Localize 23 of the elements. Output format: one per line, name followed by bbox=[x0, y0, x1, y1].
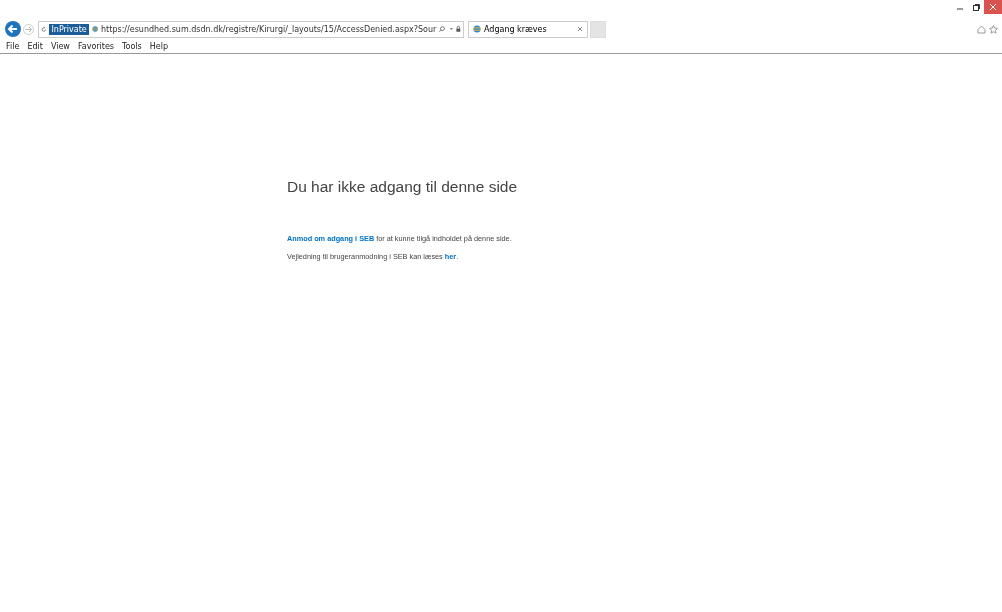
dropdown-icon[interactable] bbox=[448, 26, 454, 32]
globe-icon bbox=[91, 25, 99, 33]
forward-button[interactable] bbox=[23, 23, 34, 35]
menu-item[interactable]: File bbox=[6, 42, 20, 51]
search-icon[interactable] bbox=[439, 25, 446, 33]
menu-item[interactable]: View bbox=[50, 42, 70, 51]
menu-item[interactable]: Favorites bbox=[77, 42, 114, 51]
star-icon[interactable] bbox=[989, 24, 998, 34]
address-bar[interactable]: InPrivate https://esundhed.sum.dsdn.dk/registre/Kirurgi/_layouts/15/AccessDenied.aspx?Sour bbox=[38, 20, 464, 38]
menu-item[interactable]: Help bbox=[149, 42, 168, 51]
back-button[interactable] bbox=[5, 21, 21, 37]
home-icon[interactable] bbox=[977, 24, 986, 34]
menu-item[interactable]: Tools bbox=[122, 42, 142, 51]
close-button[interactable] bbox=[984, 0, 1002, 14]
menu-item[interactable]: Edit bbox=[27, 42, 43, 51]
close-icon[interactable] bbox=[577, 26, 583, 32]
lock-icon bbox=[456, 25, 461, 33]
refresh-icon[interactable] bbox=[41, 25, 47, 33]
inprivate-badge: InPrivate bbox=[49, 23, 89, 35]
globe-icon bbox=[473, 25, 481, 33]
url-text: https://esundhed.sum.dsdn.dk/registre/Kirurgi/_layouts/15/AccessDenied.aspx?Sour bbox=[101, 24, 437, 34]
browser-tab[interactable]: Adgang kræves bbox=[468, 20, 588, 38]
page-heading: Du har ikke adgang til denne side bbox=[287, 178, 519, 196]
